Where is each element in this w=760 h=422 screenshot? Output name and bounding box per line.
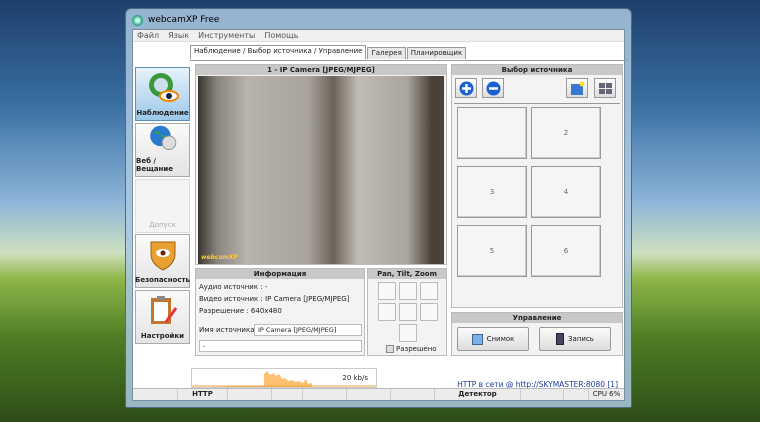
title-bar: webcamXP Free xyxy=(132,12,219,28)
layout-grid-button[interactable] xyxy=(594,78,616,98)
record-label: Запись xyxy=(568,335,594,343)
ptz-down-button[interactable] xyxy=(399,324,417,342)
ptz-right-button[interactable] xyxy=(420,303,438,321)
sidebar-item-security[interactable]: Безопасность xyxy=(135,234,190,288)
tab-scheduler[interactable]: Планировщик xyxy=(406,47,467,59)
ptz-enabled-checkbox[interactable]: Разрешено xyxy=(386,345,437,353)
snapshot-icon xyxy=(471,333,483,345)
control-header: Управление xyxy=(452,313,622,323)
source-cell-6[interactable]: 6 xyxy=(531,225,601,277)
add-source-button[interactable] xyxy=(455,78,477,98)
window-title: webcamXP Free xyxy=(148,15,220,25)
status-detector: Детектор xyxy=(435,389,521,400)
video-source: Видео источник : IP Camera [JPEG/MJPEG] xyxy=(199,295,350,303)
tab-bar: Наблюдение / Выбор источника / Управлени… xyxy=(190,45,467,59)
ptz-center-button[interactable] xyxy=(399,303,417,321)
camera-view[interactable]: webcamXP xyxy=(198,76,444,264)
menu-help[interactable]: Помощь xyxy=(264,31,298,40)
ptz-up-right-button[interactable] xyxy=(420,282,438,300)
minus-icon xyxy=(486,81,500,95)
source-panel: Выбор источника 2 3 4 5 6 xyxy=(451,64,623,308)
source-cell-5[interactable]: 5 xyxy=(457,225,527,277)
shield-eye-icon xyxy=(150,241,175,271)
wizard-icon xyxy=(570,81,584,95)
info-header: Информация xyxy=(196,269,364,279)
tab-gallery[interactable]: Галерея xyxy=(367,47,406,59)
source-name-label: Имя источника : xyxy=(199,326,260,334)
camera-watermark: webcamXP xyxy=(201,254,238,261)
snapshot-label: Снимок xyxy=(486,335,515,343)
webcamxp-logo-icon xyxy=(132,14,143,26)
tab-surveillance[interactable]: Наблюдение / Выбор источника / Управлени… xyxy=(190,45,367,59)
status-bar: HTTP Детектор CPU 6% xyxy=(133,388,624,400)
record-button[interactable]: Запись xyxy=(539,327,611,351)
source-wizard-button[interactable] xyxy=(566,78,588,98)
sidebar-label: Веб / Вещание xyxy=(136,157,174,173)
sidebar-label: Настройки xyxy=(140,332,185,340)
menu-tools[interactable]: Инструменты xyxy=(198,31,255,40)
sidebar-item-surveillance[interactable]: Наблюдение xyxy=(135,67,190,121)
ptz-left-button[interactable] xyxy=(378,303,396,321)
source-name-field[interactable]: IP Camera [JPEG/MJPEG] xyxy=(254,324,362,336)
source-cell-3[interactable]: 3 xyxy=(457,166,527,218)
ptz-up-button[interactable] xyxy=(399,282,417,300)
sidebar-item-settings[interactable]: Настройки xyxy=(135,290,190,344)
sidebar-label: Наблюдение xyxy=(136,109,189,117)
menu-language[interactable]: Язык xyxy=(168,31,189,40)
info-panel: Информация Аудио источник : - Видео исто… xyxy=(195,268,365,356)
surveillance-eye-icon xyxy=(148,73,179,102)
source-cell-1[interactable] xyxy=(457,107,527,159)
source-header: Выбор источника xyxy=(452,65,622,75)
resolution: Разрешение : 640x480 xyxy=(199,307,282,315)
camera-panel: 1 - IP Camera [JPEG/MJPEG] webcamXP xyxy=(195,64,447,265)
remove-source-button[interactable] xyxy=(482,78,504,98)
ptz-panel: Pan, Tilt, Zoom Разрешено xyxy=(367,268,447,356)
status-cpu: CPU 6% xyxy=(592,390,621,398)
ptz-enabled-label: Разрешено xyxy=(396,345,437,353)
source-cell-2[interactable]: 2 xyxy=(531,107,601,159)
bandwidth-rate: 20 kb/s xyxy=(342,374,368,382)
source-cell-4[interactable]: 4 xyxy=(531,166,601,218)
sidebar-label: Допуск xyxy=(149,221,176,229)
plus-icon xyxy=(459,81,473,95)
globe-broadcast-icon xyxy=(149,125,176,151)
menu-bar: Файл Язык Инструменты Помощь xyxy=(133,30,624,42)
menu-file[interactable]: Файл xyxy=(137,31,159,40)
audio-source: Аудио источник : - xyxy=(199,283,268,291)
source-extra-field[interactable]: - xyxy=(199,340,362,352)
app-window: webcamXP Free Файл Язык Инструменты Помо… xyxy=(125,8,632,408)
control-panel: Управление Снимок Запись xyxy=(451,312,623,356)
snapshot-button[interactable]: Снимок xyxy=(457,327,529,351)
ptz-up-left-button[interactable] xyxy=(378,282,396,300)
grid-layout-icon xyxy=(598,82,612,94)
status-http: HTTP xyxy=(178,389,228,400)
ptz-header: Pan, Tilt, Zoom xyxy=(368,269,446,279)
film-record-icon xyxy=(556,333,565,345)
bandwidth-graph: 20 kb/s xyxy=(191,368,377,388)
sidebar-item-web-broadcast[interactable]: Веб / Вещание xyxy=(135,123,190,177)
sidebar-label: Безопасность xyxy=(135,276,190,284)
camera-header: 1 - IP Camera [JPEG/MJPEG] xyxy=(196,65,446,75)
sidebar-item-access[interactable]: Допуск xyxy=(135,179,190,233)
checkbox-icon[interactable] xyxy=(386,345,394,353)
client-area: Файл Язык Инструменты Помощь Наблюдение … xyxy=(132,29,628,401)
clipboard-settings-icon xyxy=(150,296,177,324)
